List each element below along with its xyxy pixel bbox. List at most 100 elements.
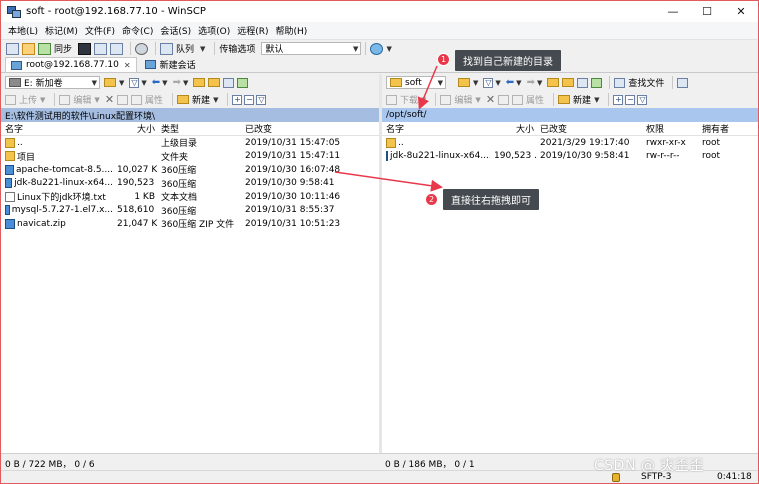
parent-dir-icon[interactable] [547, 78, 560, 87]
filter-dropdown-icon[interactable]: ▼ [141, 79, 146, 87]
transfer-settings-select[interactable]: 默认 ▼ [261, 42, 362, 55]
tab-new-session[interactable]: 新建会话 [140, 57, 201, 72]
forward-dropdown-icon[interactable]: ▼ [183, 79, 188, 87]
forward-arrow-icon[interactable]: ➡ [173, 77, 181, 88]
open-folder-icon[interactable] [104, 78, 116, 87]
properties-button-label[interactable]: 属性 [145, 93, 163, 106]
forward-arrow-icon[interactable]: ➡ [527, 77, 535, 88]
delete-icon[interactable]: ✕ [105, 93, 114, 106]
filter-icon[interactable]: ▽ [129, 77, 140, 88]
menu-file[interactable]: 文件(F) [85, 24, 115, 37]
queue-dropdown-icon[interactable]: ▼ [200, 45, 205, 53]
open-folder-icon[interactable] [458, 78, 470, 87]
col-modified[interactable]: 已改变 [241, 122, 351, 135]
menu-session[interactable]: 会话(S) [160, 24, 191, 37]
globe-dropdown-icon[interactable]: ▼ [386, 45, 391, 53]
putty-icon[interactable] [94, 42, 108, 55]
gear-icon[interactable] [135, 42, 149, 55]
properties-button-label[interactable]: 属性 [526, 93, 544, 106]
compare-dirs-icon[interactable] [6, 42, 19, 55]
table-row[interactable]: .. 2021/3/29 19:17:40 rwxr-xr-x root [382, 136, 758, 150]
sync-icon[interactable] [38, 42, 51, 55]
tab-session[interactable]: root@192.168.77.10 ✕ [5, 57, 137, 72]
filter-dropdown-icon[interactable]: ▼ [495, 79, 500, 87]
col-name[interactable]: 名字 [382, 122, 490, 135]
remote-path-bar[interactable]: /opt/soft/ [382, 108, 758, 122]
col-name[interactable]: 名字 [1, 122, 113, 135]
minimize-button[interactable]: — [656, 1, 690, 22]
edit-dropdown-icon[interactable]: ▼ [475, 96, 480, 104]
table-row[interactable]: .. 上级目录 2019/10/31 15:47:05 [1, 136, 379, 150]
col-rights[interactable]: 权限 [642, 122, 698, 135]
back-dropdown-icon[interactable]: ▼ [162, 79, 167, 87]
terminal-icon[interactable] [78, 42, 92, 55]
filter-icon[interactable]: ▽ [483, 77, 494, 88]
globe-icon[interactable] [370, 42, 384, 55]
table-row[interactable]: mysql-5.7.27-1.el7.x... 518,610 ... 360压缩 2… [1, 204, 379, 218]
close-tab-icon[interactable]: ✕ [124, 61, 131, 70]
queue-icon[interactable] [160, 42, 174, 55]
table-row[interactable]: 项目 文件夹 2019/10/31 15:47:11 [1, 150, 379, 164]
edit-button-label[interactable]: 编辑 [73, 93, 91, 106]
rename-icon[interactable] [117, 94, 129, 105]
remote-file-list[interactable]: 名字 大小 已改变 权限 拥有者 .. 2021/3/29 19:17:40 rwx… [382, 122, 758, 453]
menu-help[interactable]: 帮助(H) [276, 24, 308, 37]
maximize-button[interactable]: ☐ [690, 1, 724, 22]
local-drive-select[interactable]: E: 新加卷 ▼ [5, 76, 100, 89]
open-folder-dropdown-icon[interactable]: ▼ [119, 79, 124, 87]
menu-mark[interactable]: 标记(M) [45, 24, 78, 37]
filter-select-icon[interactable]: ▽ [256, 94, 267, 105]
menu-commands[interactable]: 命令(C) [122, 24, 153, 37]
back-arrow-icon[interactable]: ⬅ [152, 77, 160, 88]
new-button-label[interactable]: 新建 [192, 93, 210, 106]
col-size[interactable]: 大小 [113, 122, 157, 135]
edit-dropdown-icon[interactable]: ▼ [94, 96, 99, 104]
rename-icon[interactable] [498, 94, 510, 105]
back-dropdown-icon[interactable]: ▼ [516, 79, 521, 87]
remote-folder-select[interactable]: soft ▼ [386, 76, 446, 89]
new-dropdown-icon[interactable]: ▼ [213, 96, 218, 104]
back-arrow-icon[interactable]: ⬅ [506, 77, 514, 88]
sync-button-label[interactable]: 同步 [54, 42, 72, 55]
col-size[interactable]: 大小 [490, 122, 536, 135]
new-dropdown-icon[interactable]: ▼ [594, 96, 599, 104]
collapse-icon[interactable]: − [625, 94, 636, 105]
home-icon[interactable] [577, 77, 589, 88]
download-button-label[interactable]: 下载 [400, 93, 418, 106]
col-type[interactable]: 类型 [157, 122, 241, 135]
table-row[interactable]: jdk-8u221-linux-x64.... 190,523 ... 2019/1… [382, 150, 758, 164]
table-row[interactable]: apache-tomcat-8.5.... 10,027 KB 360压缩 2019/… [1, 163, 379, 177]
upload-dropdown-icon[interactable]: ▼ [40, 96, 45, 104]
table-row[interactable]: Linux下的jdk环境.txt 1 KB 文本文档 2019/10/30 10:11… [1, 190, 379, 204]
refresh-icon[interactable] [591, 77, 603, 88]
close-button[interactable]: ✕ [724, 1, 758, 22]
more-actions-icon[interactable] [677, 77, 689, 88]
expand-icon[interactable]: + [613, 94, 624, 105]
home-icon[interactable] [223, 77, 235, 88]
refresh-icon[interactable] [237, 77, 249, 88]
menu-options[interactable]: 选项(O) [198, 24, 230, 37]
forward-dropdown-icon[interactable]: ▼ [537, 79, 542, 87]
parent-dir-icon[interactable] [193, 78, 206, 87]
table-row[interactable]: navicat.zip 21,047 KB 360压缩 ZIP 文件 2019/10/… [1, 217, 379, 231]
find-files-button-label[interactable]: 查找文件 [628, 76, 664, 89]
upload-button-label[interactable]: 上传 [19, 93, 37, 106]
local-path-bar[interactable]: E:\软件测试用的软件\Linux配置环境\ [1, 108, 379, 122]
synchronize-browsing-icon[interactable] [22, 42, 35, 55]
col-modified[interactable]: 已改变 [536, 122, 642, 135]
download-dropdown-icon[interactable]: ▼ [421, 96, 426, 104]
open-folder-dropdown-icon[interactable]: ▼ [473, 79, 478, 87]
preferences-window-icon[interactable] [110, 42, 124, 55]
filter-select-icon[interactable]: ▽ [637, 94, 648, 105]
collapse-icon[interactable]: − [244, 94, 255, 105]
menu-local[interactable]: 本地(L) [8, 24, 38, 37]
new-button-label[interactable]: 新建 [573, 93, 591, 106]
root-dir-icon[interactable] [208, 78, 221, 87]
expand-icon[interactable]: + [232, 94, 243, 105]
col-owner[interactable]: 拥有者 [698, 122, 748, 135]
delete-icon[interactable]: ✕ [486, 93, 495, 106]
edit-button-label[interactable]: 编辑 [454, 93, 472, 106]
local-file-list[interactable]: 名字 大小 类型 已改变 .. 上级目录 2019/10/31 15:47:05 项目… [1, 122, 379, 453]
root-dir-icon[interactable] [562, 78, 575, 87]
table-row[interactable]: jdk-8u221-linux-x64... 190,523 ... 360压缩 20… [1, 177, 379, 191]
